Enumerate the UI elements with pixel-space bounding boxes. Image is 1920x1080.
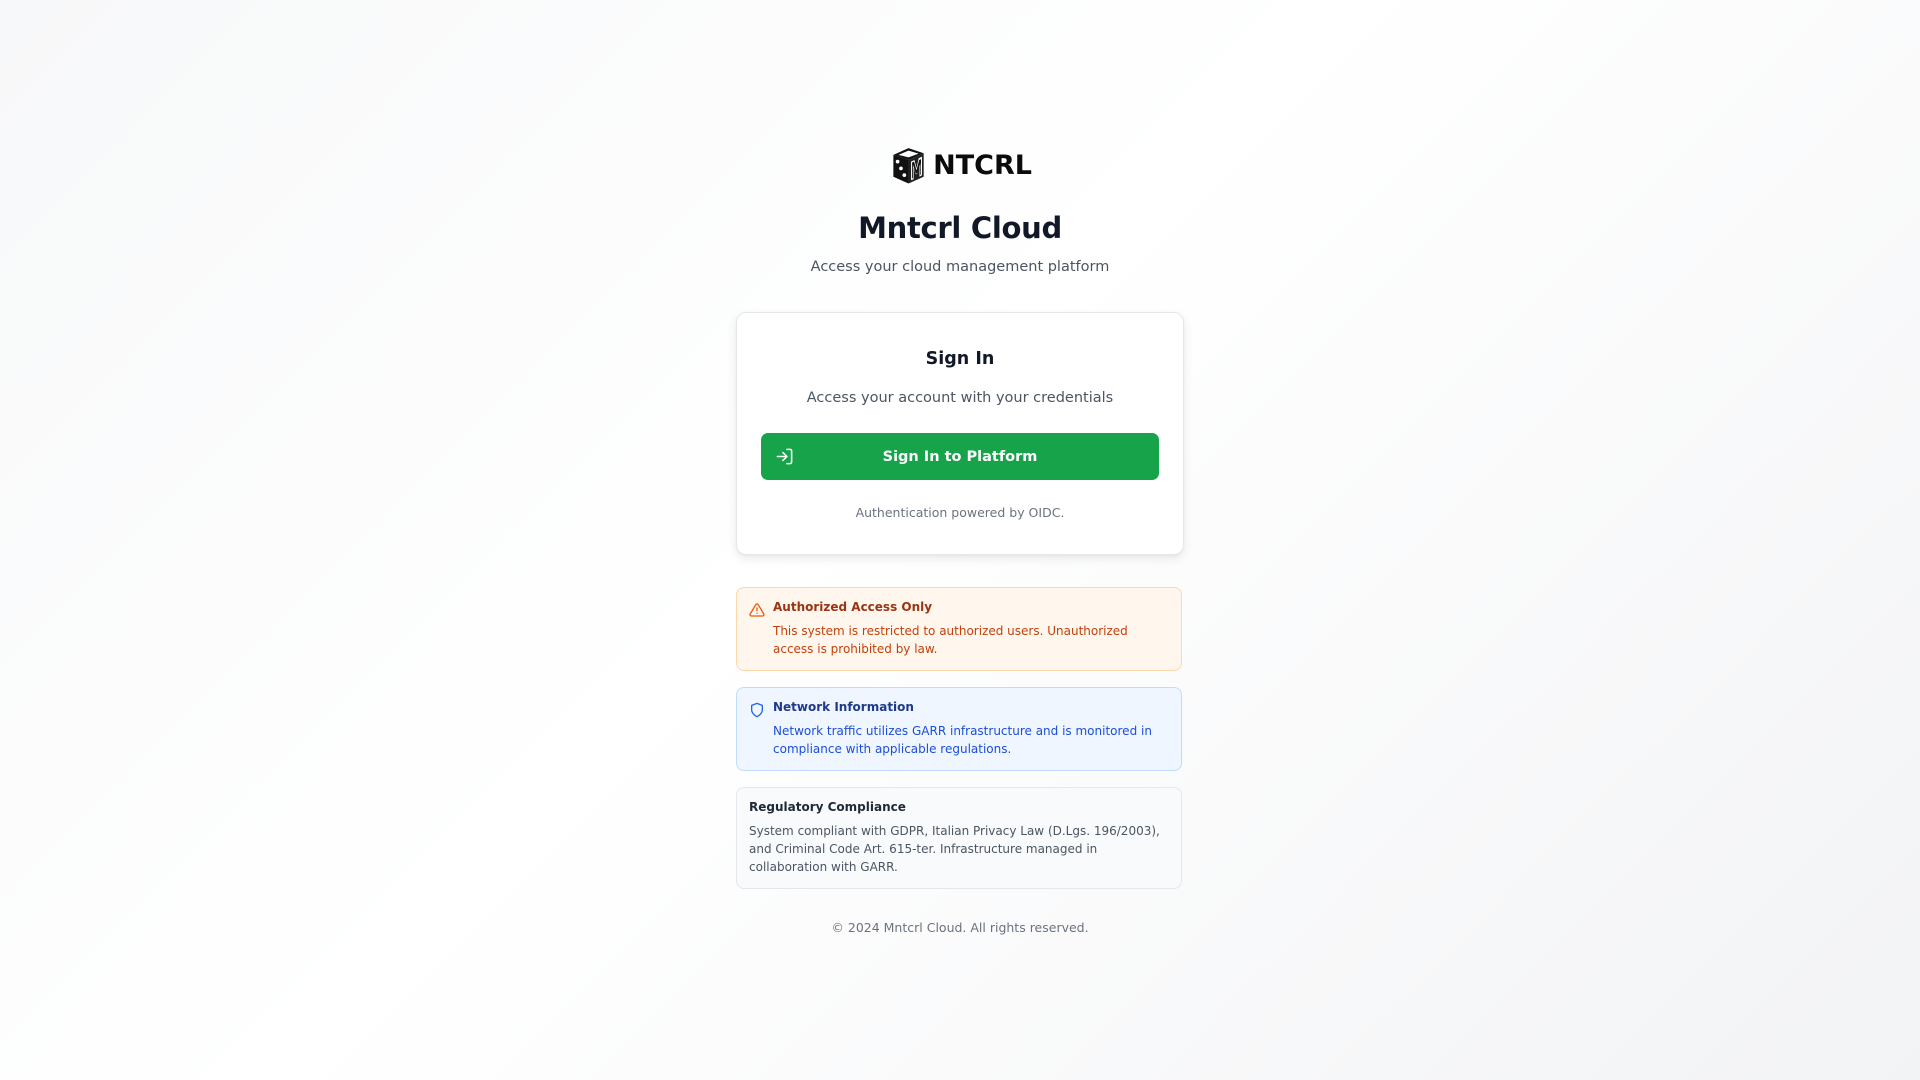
warning-notice-body: This system is restricted to authorized … bbox=[773, 624, 1128, 656]
sign-in-button-label: Sign In to Platform bbox=[882, 448, 1038, 465]
warning-notice-title: Authorized Access Only bbox=[773, 600, 933, 614]
regulatory-compliance-notice: Regulatory Compliance System compliant w… bbox=[736, 787, 1182, 889]
shield-icon bbox=[751, 702, 763, 718]
network-information-notice: Network Information Network traffic util… bbox=[736, 687, 1182, 771]
sign-in-button[interactable]: Sign In to Platform bbox=[761, 433, 1159, 480]
signin-card: Sign In Access your account with your cr… bbox=[736, 312, 1184, 555]
auth-footnote: Authentication powered by OIDC. bbox=[855, 505, 1065, 520]
login-page: NTCRL Mntcrl Cloud Access your cloud man… bbox=[0, 0, 1920, 1080]
network-notice-body: Network traffic utilizes GARR infrastruc… bbox=[773, 724, 1152, 756]
compliance-notice-body: System compliant with GDPR, Italian Priv… bbox=[749, 824, 1160, 874]
alert-triangle-icon bbox=[749, 603, 765, 617]
page-subtitle: Access your cloud management platform bbox=[810, 259, 1110, 275]
page-title: Mntcrl Cloud bbox=[858, 211, 1062, 245]
compliance-notice-title: Regulatory Compliance bbox=[749, 800, 906, 814]
logo-wordmark: NTCRL bbox=[933, 149, 1032, 181]
brand-logo: NTCRL bbox=[890, 139, 1032, 191]
signin-card-title: Sign In bbox=[925, 349, 995, 369]
signin-card-subtitle: Access your account with your credential… bbox=[806, 390, 1114, 406]
authorized-access-notice: Authorized Access Only This system is re… bbox=[736, 587, 1182, 671]
log-in-icon bbox=[776, 448, 793, 465]
copyright-footer: © 2024 Mntcrl Cloud. All rights reserved… bbox=[831, 920, 1089, 935]
network-notice-title: Network Information bbox=[773, 700, 914, 714]
dice-cube-logo-icon bbox=[893, 148, 924, 184]
